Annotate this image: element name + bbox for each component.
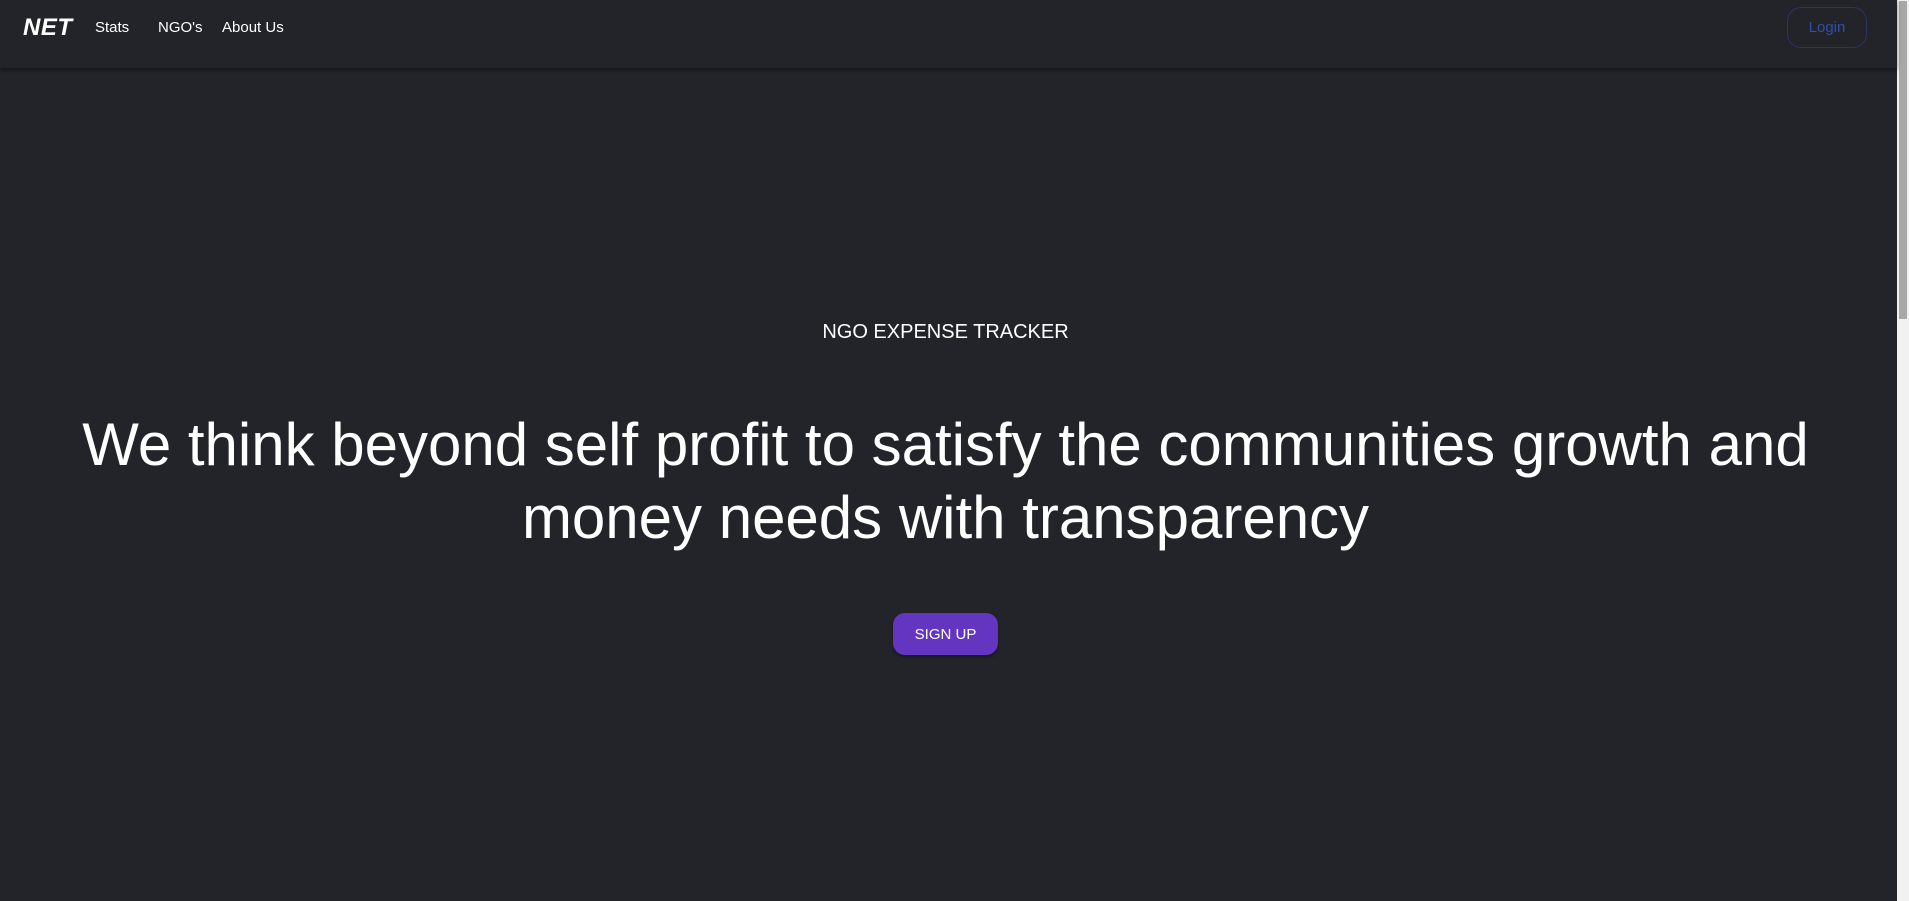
nav-link-about-us[interactable]: About Us <box>222 19 284 36</box>
hero-kicker: NGO EXPENSE TRACKER <box>822 321 1069 343</box>
nav-link-stats[interactable]: Stats <box>95 19 129 36</box>
page: NET Stats NGO's About Us Login NGO EXPEN… <box>0 0 1897 901</box>
top-navbar: NET Stats NGO's About Us Login <box>0 0 1897 68</box>
nav-link-ngos[interactable]: NGO's <box>158 19 203 36</box>
hero-headline: We think beyond self profit to satisfy t… <box>82 411 1809 551</box>
vertical-scrollbar[interactable] <box>1897 0 1909 901</box>
signup-button[interactable]: SIGN UP <box>893 613 998 655</box>
brand-logo[interactable]: NET <box>23 14 73 42</box>
scrollbar-thumb[interactable] <box>1899 1 1907 319</box>
login-button[interactable]: Login <box>1787 7 1867 48</box>
